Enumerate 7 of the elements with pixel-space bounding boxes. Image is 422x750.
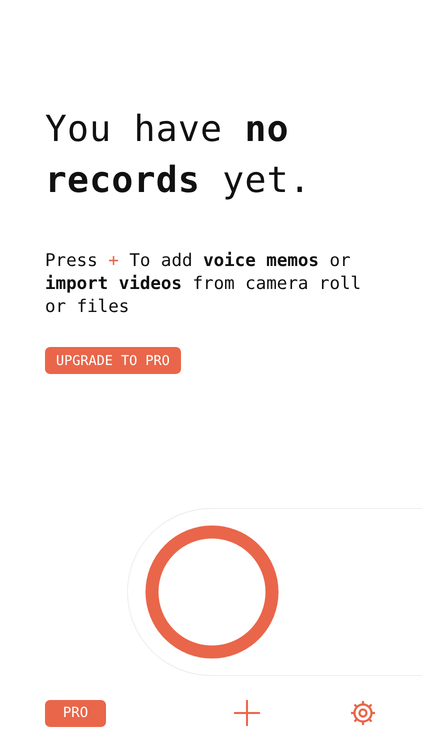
upgrade-button[interactable]: UPGRADE TO PRO [45, 347, 181, 374]
settings-icon[interactable] [350, 700, 376, 726]
record-button[interactable] [144, 524, 280, 660]
add-icon[interactable] [234, 700, 260, 726]
instructions-text: Press + To add voice memos or import videos from camera roll or files [45, 250, 362, 319]
empty-state-heading: You have no records yet. [45, 108, 312, 203]
pro-button[interactable]: PRO [45, 700, 106, 726]
